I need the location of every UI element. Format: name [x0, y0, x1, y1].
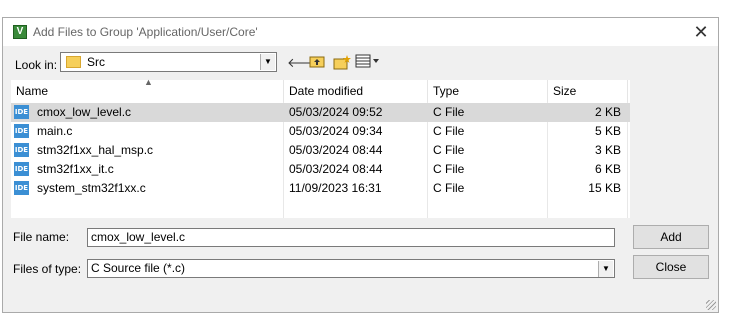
file-name-cell: system_stm32f1xx.c: [37, 181, 146, 195]
file-row[interactable]: IDE main.c 05/03/2024 09:34 C File 5 KB: [11, 122, 630, 141]
title-bar: V Add Files to Group 'Application/User/C…: [3, 18, 718, 46]
file-name-cell: cmox_low_level.c: [37, 105, 132, 119]
c-file-icon: IDE: [14, 181, 29, 195]
file-name-input[interactable]: cmox_low_level.c: [87, 228, 615, 247]
file-name-cell: stm32f1xx_hal_msp.c: [37, 143, 154, 157]
file-row[interactable]: IDE system_stm32f1xx.c 11/09/2023 16:31 C F…: [11, 179, 630, 198]
file-type-cell: C File: [433, 105, 465, 119]
view-menu-icon[interactable]: [355, 54, 381, 72]
file-date-cell: 05/03/2024 09:52: [289, 105, 383, 119]
file-date-cell: 05/03/2024 09:34: [289, 124, 383, 138]
chevron-down-icon[interactable]: ▼: [598, 261, 613, 277]
file-name-cell: main.c: [37, 124, 73, 138]
file-size-cell: 6 KB: [594, 162, 621, 176]
c-file-icon: IDE: [14, 105, 29, 119]
window-title: Add Files to Group 'Application/User/Cor…: [33, 25, 258, 39]
column-header-type[interactable]: Type: [428, 80, 548, 102]
new-folder-icon[interactable]: [333, 54, 351, 72]
file-size-cell: 2 KB: [594, 105, 621, 119]
back-arrow-icon[interactable]: 🡐: [287, 54, 322, 72]
chevron-down-icon[interactable]: ▼: [260, 54, 275, 70]
file-type-cell: C File: [433, 124, 465, 138]
look-in-dropdown[interactable]: Src ▼: [60, 52, 277, 72]
file-type-cell: C File: [433, 181, 465, 195]
file-name-label: File name:: [13, 230, 70, 244]
file-type-cell: C File: [433, 162, 465, 176]
close-button[interactable]: Close: [633, 255, 709, 279]
c-file-icon: IDE: [14, 124, 29, 138]
file-date-cell: 11/09/2023 16:31: [289, 181, 382, 195]
close-icon[interactable]: ✕: [690, 21, 712, 43]
look-in-value: Src: [87, 55, 105, 69]
up-folder-icon[interactable]: [308, 54, 326, 72]
file-size-cell: 3 KB: [594, 143, 621, 157]
file-date-cell: 05/03/2024 08:44: [289, 143, 383, 157]
file-type-dropdown[interactable]: C Source file (*.c) ▼: [87, 259, 615, 278]
file-size-cell: 15 KB: [588, 181, 621, 195]
file-type-cell: C File: [433, 143, 465, 157]
column-header-date[interactable]: Date modified: [284, 80, 428, 102]
column-header-size[interactable]: Size: [548, 80, 628, 102]
file-type-label: Files of type:: [13, 262, 82, 276]
file-name-cell: stm32f1xx_it.c: [37, 162, 114, 176]
look-in-label: Look in:: [15, 58, 58, 72]
add-button[interactable]: Add: [633, 225, 709, 249]
c-file-icon: IDE: [14, 162, 29, 176]
file-date-cell: 05/03/2024 08:44: [289, 162, 383, 176]
folder-icon: [66, 56, 81, 68]
file-type-value: C Source file (*.c): [91, 261, 186, 275]
file-size-cell: 5 KB: [594, 124, 621, 138]
file-row[interactable]: IDE stm32f1xx_hal_msp.c 05/03/2024 08:44 C …: [11, 141, 630, 160]
file-row[interactable]: IDE stm32f1xx_it.c 05/03/2024 08:44 C File 6…: [11, 160, 630, 179]
file-list[interactable]: ▲ Name Date modified Type Size IDE cmox_l…: [11, 77, 630, 218]
resize-grip-icon[interactable]: [706, 300, 716, 310]
add-files-dialog: V Add Files to Group 'Application/User/C…: [2, 17, 719, 313]
file-row[interactable]: IDE cmox_low_level.c 05/03/2024 09:52 C Fil…: [11, 103, 630, 122]
c-file-icon: IDE: [14, 143, 29, 157]
column-header-name[interactable]: Name: [11, 80, 284, 102]
app-icon: V: [13, 25, 27, 39]
